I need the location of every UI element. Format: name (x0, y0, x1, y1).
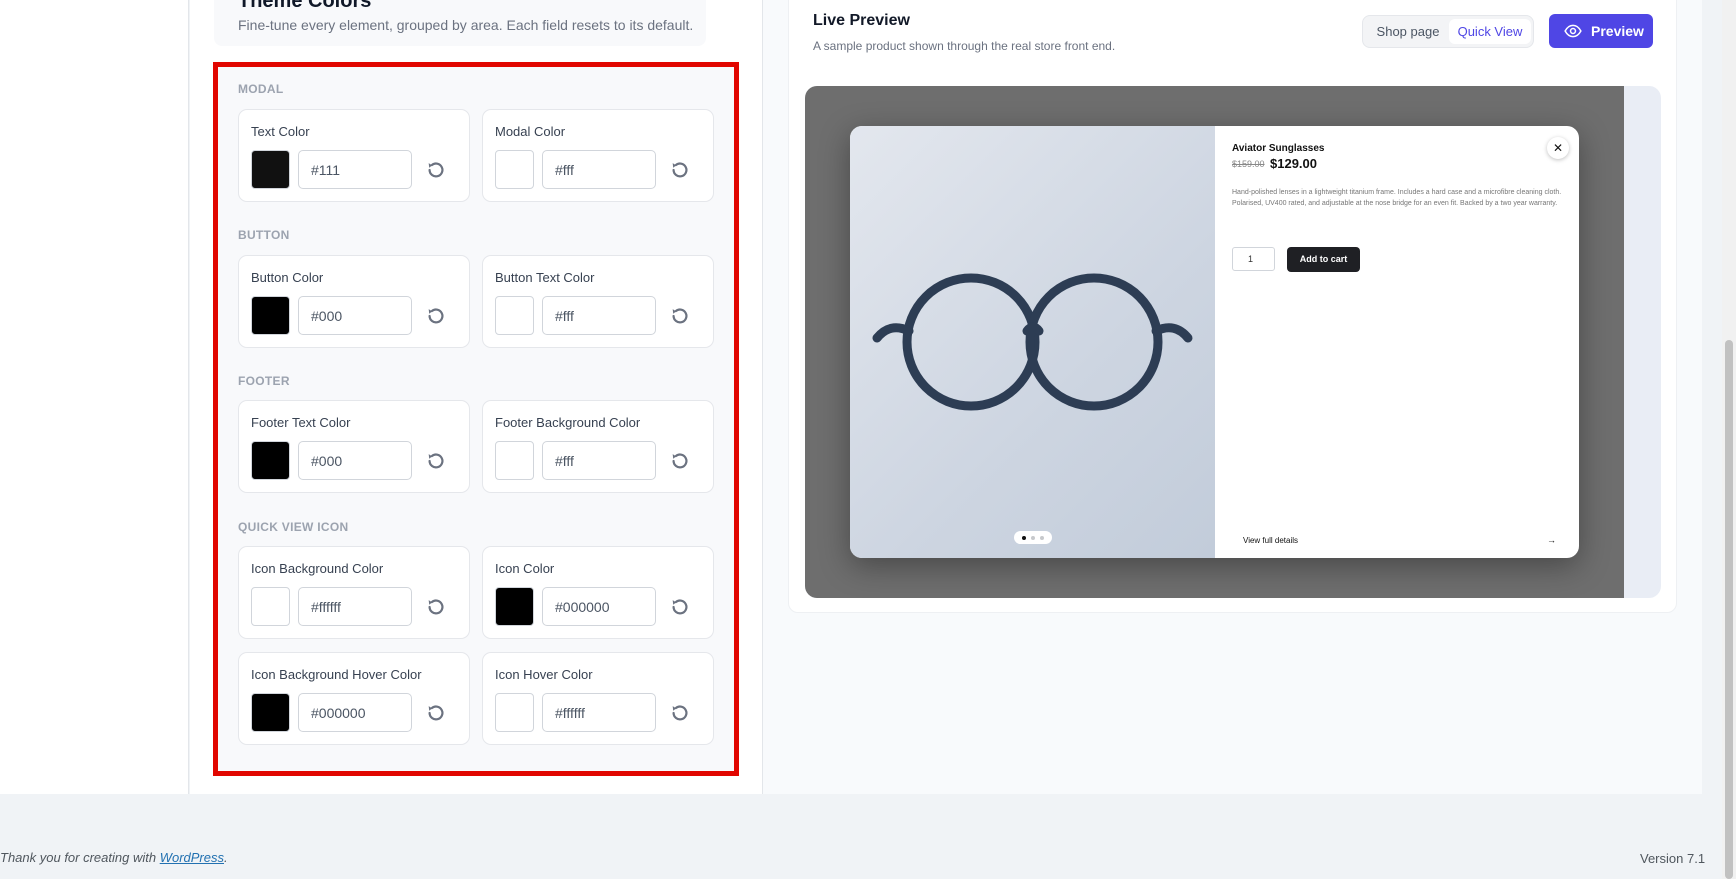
color-field-button-text-color: Button Text Color (482, 255, 714, 348)
wordpress-link[interactable]: WordPress (160, 850, 224, 865)
color-swatch[interactable] (251, 587, 290, 626)
color-field-text-color: Text Color (238, 109, 470, 202)
view-full-details-link[interactable]: View full details (1243, 536, 1298, 545)
reset-icon[interactable] (425, 159, 447, 181)
color-swatch[interactable] (495, 587, 534, 626)
preview-subtitle: A sample product shown through the real … (813, 39, 1116, 53)
color-swatch[interactable] (251, 150, 290, 189)
carousel-dot[interactable] (1040, 536, 1044, 540)
close-icon[interactable]: ✕ (1547, 137, 1569, 159)
hex-input[interactable] (298, 296, 412, 335)
tab-quick-view[interactable]: Quick View (1449, 19, 1531, 44)
preview-button[interactable]: Preview (1549, 14, 1653, 48)
reset-icon[interactable] (669, 305, 691, 327)
hex-input[interactable] (298, 441, 412, 480)
group-label-footer: FOOTER (238, 374, 290, 388)
hex-input[interactable] (298, 693, 412, 732)
hex-input[interactable] (298, 587, 412, 626)
admin-sidebar-area (0, 0, 189, 794)
quantity-input[interactable] (1232, 247, 1275, 271)
color-swatch[interactable] (251, 693, 290, 732)
hex-input[interactable] (298, 150, 412, 189)
hex-input[interactable] (542, 587, 656, 626)
preview-mode-toggle: Shop page Quick View (1362, 15, 1534, 48)
color-field-button-color: Button Color (238, 255, 470, 348)
reset-icon[interactable] (669, 702, 691, 724)
color-swatch[interactable] (495, 693, 534, 732)
color-swatch[interactable] (495, 150, 534, 189)
color-swatch[interactable] (251, 441, 290, 480)
preview-stage: Aviator Sunglasses $159.00 $129.00 Hand-… (805, 86, 1661, 598)
color-swatch[interactable] (251, 296, 290, 335)
field-label: Icon Color (495, 561, 555, 576)
field-label: Text Color (251, 124, 310, 139)
version-label: Version 7.1 (1640, 851, 1706, 866)
color-field-footer-background-color: Footer Background Color (482, 400, 714, 493)
color-field-icon-background-color: Icon Background Color (238, 546, 470, 639)
color-swatch[interactable] (495, 441, 534, 480)
color-field-icon-background-hover-color: Icon Background Hover Color (238, 652, 470, 745)
eye-icon (1564, 24, 1582, 38)
section-subtitle: Fine-tune every element, grouped by area… (238, 17, 694, 33)
product-image (850, 126, 1215, 558)
product-name: Aviator Sunglasses (1232, 143, 1325, 154)
reset-icon[interactable] (669, 596, 691, 618)
scrollbar-thumb[interactable] (1725, 340, 1733, 879)
color-field-modal-color: Modal Color (482, 109, 714, 202)
reset-icon[interactable] (425, 305, 447, 327)
hex-input[interactable] (542, 693, 656, 732)
description-line: Hand-polished lenses in a lightweight ti… (1232, 189, 1562, 196)
product-old-price: $159.00 (1232, 159, 1265, 169)
carousel-dot[interactable] (1022, 536, 1026, 540)
add-to-cart-button[interactable]: Add to cart (1287, 247, 1360, 272)
field-label: Modal Color (495, 124, 566, 139)
reset-icon[interactable] (425, 702, 447, 724)
section-title: Theme Colors (238, 0, 372, 12)
description-line: Polarised, UV400 rated, and adjustable a… (1232, 200, 1558, 207)
color-field-icon-hover-color: Icon Hover Color (482, 652, 714, 745)
footer-thanks-text: Thank you for creating with (0, 850, 160, 865)
field-label: Icon Background Color (251, 561, 384, 576)
quick-view-modal: Aviator Sunglasses $159.00 $129.00 Hand-… (850, 126, 1579, 558)
reset-icon[interactable] (669, 159, 691, 181)
tab-shop-page[interactable]: Shop page (1367, 19, 1449, 44)
admin-footer-thanks: Thank you for creating with WordPress. (0, 850, 228, 865)
hex-input[interactable] (542, 441, 656, 480)
color-field-icon-color: Icon Color (482, 546, 714, 639)
group-label-modal: MODAL (238, 82, 284, 96)
color-field-footer-text-color: Footer Text Color (238, 400, 470, 493)
field-label: Button Text Color (495, 270, 595, 285)
group-label-button: BUTTON (238, 228, 290, 242)
image-carousel-dots[interactable] (1014, 531, 1052, 544)
preview-title: Live Preview (813, 12, 910, 29)
arrow-right-icon[interactable]: → (1547, 535, 1556, 545)
reset-icon[interactable] (425, 596, 447, 618)
field-label: Footer Background Color (495, 415, 641, 430)
color-swatch[interactable] (495, 296, 534, 335)
reset-icon[interactable] (669, 450, 691, 472)
field-label: Footer Text Color (251, 415, 351, 430)
product-description: Hand-polished lenses in a lightweight ti… (1232, 187, 1562, 209)
field-label: Icon Background Hover Color (251, 667, 422, 682)
glasses-icon (872, 273, 1193, 411)
group-label-quick-view-icon: QUICK VIEW ICON (238, 520, 349, 534)
reset-icon[interactable] (425, 450, 447, 472)
product-price: $129.00 (1270, 156, 1317, 171)
preview-button-label: Preview (1591, 23, 1644, 39)
field-label: Icon Hover Color (495, 667, 593, 682)
carousel-dot[interactable] (1031, 536, 1035, 540)
hex-input[interactable] (542, 150, 656, 189)
footer-period: . (224, 850, 228, 865)
hex-input[interactable] (542, 296, 656, 335)
field-label: Button Color (251, 270, 324, 285)
